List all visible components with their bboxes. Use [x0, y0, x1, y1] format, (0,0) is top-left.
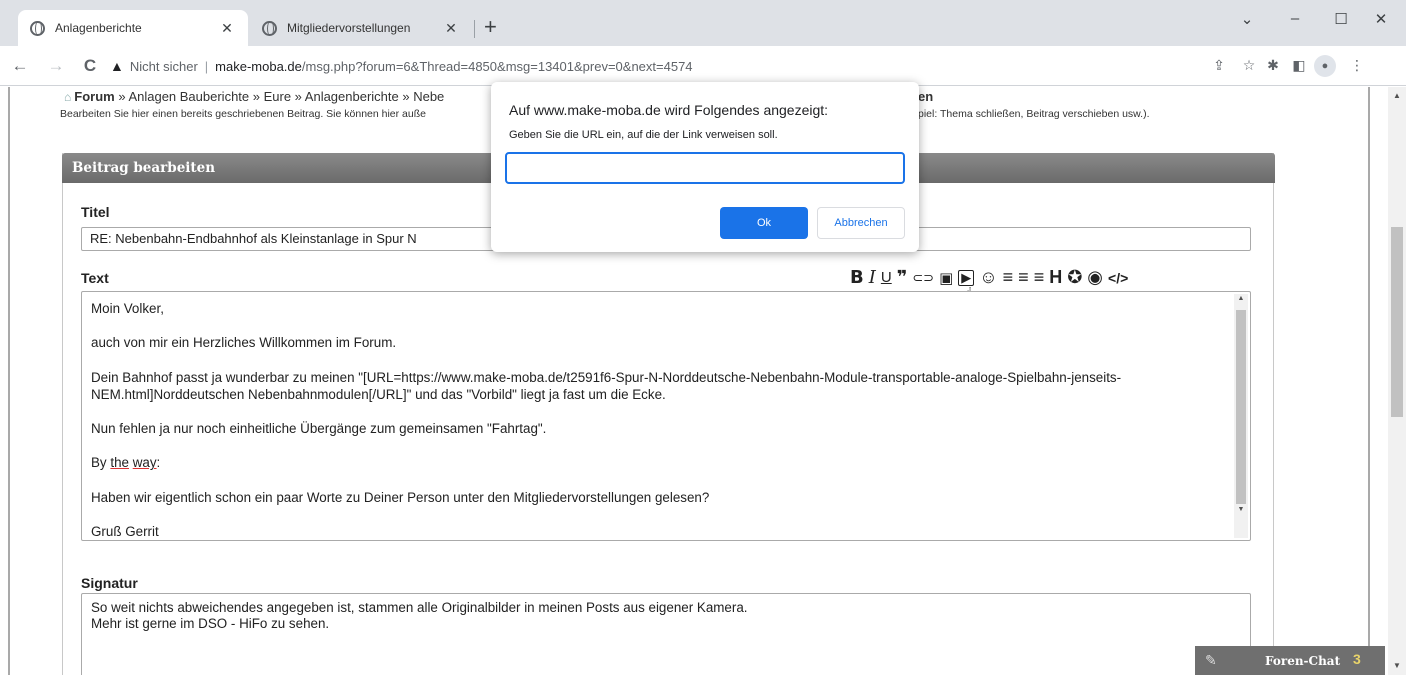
globe-icon — [262, 20, 277, 36]
cancel-button[interactable]: Abbrechen — [817, 207, 905, 239]
browser-toolbar: ← → C ▲ Nicht sicher | make-moba.de /msg… — [0, 46, 1406, 86]
url-input[interactable] — [505, 152, 905, 184]
tab-separator — [474, 20, 475, 38]
scroll-thumb[interactable] — [1236, 310, 1246, 504]
scroll-up-arrow[interactable]: ▲ — [1234, 295, 1248, 302]
align-right-button[interactable]: ≡ — [1034, 267, 1045, 288]
minimize-button[interactable]: – — [1280, 10, 1310, 27]
text-by: By — [91, 455, 111, 471]
bold-button[interactable]: B — [850, 267, 864, 288]
post-text-area[interactable]: Moin Volker, auch von mir ein Herzliches… — [81, 291, 1251, 541]
address-bar[interactable]: ▲ Nicht sicher | make-moba.de /msg.php?f… — [110, 52, 1200, 80]
smiley-button[interactable]: ☺ — [979, 267, 997, 288]
breadcrumb: ⌂ Forum » Anlagen Bauberichte » Eure » An… — [64, 89, 444, 104]
signature-line: Mehr ist gerne im DSO - HiFo zu sehen. — [91, 616, 330, 631]
page-scroll-down-arrow[interactable]: ▼ — [1388, 661, 1406, 670]
extensions-icon[interactable]: ✱ — [1262, 57, 1284, 74]
align-center-button[interactable]: ≡ — [1018, 267, 1029, 288]
close-window-button[interactable]: ✕ — [1366, 10, 1396, 28]
tab-strip: Anlagenberichte ✕ Mitgliedervorstellunge… — [0, 0, 1406, 46]
share-icon[interactable]: ⇪ — [1208, 57, 1230, 74]
globe-icon — [30, 20, 45, 36]
text-line: auch von mir ein Herzliches Willkommen i… — [91, 335, 397, 351]
chat-user-count: 3 — [1353, 651, 1361, 667]
editor-toolbar: B I U ❞ ⊂⊃ ▣ ▶ ☺ ≡ ≡ ≡ H ✪ ◉ </> — [850, 267, 1133, 288]
text-line: By the way: — [91, 454, 1221, 471]
text-line: NEM.html]Norddeutschen Nebenbahnmodulen[… — [91, 386, 666, 402]
url-prompt-dialog: Auf www.make-moba.de wird Folgendes ange… — [491, 82, 919, 252]
page-description: Bearbeiten Sie hier einen bereits geschr… — [60, 108, 426, 120]
link-button[interactable]: ⊂⊃ — [912, 270, 934, 286]
breadcrumb-forum-link[interactable]: Forum — [74, 89, 114, 104]
text-line: Moin Volker, — [91, 301, 164, 316]
forward-button[interactable]: → — [44, 56, 68, 76]
page-description-tail: piel: Thema schließen, Beitrag verschieb… — [918, 108, 1150, 120]
code-button[interactable]: </> — [1108, 270, 1128, 286]
maximize-button[interactable]: ☐ — [1326, 10, 1356, 28]
text-line: Dein Bahnhof passt ja wunderbar zu meine… — [91, 369, 1122, 385]
text-line: Nun fehlen ja nur noch einheitliche Über… — [91, 421, 547, 437]
side-panel-icon[interactable]: ◧ — [1288, 57, 1310, 74]
text-label: Text — [81, 270, 109, 286]
chat-plug-icon: ✎ — [1205, 652, 1217, 668]
warning-icon: ▲ — [110, 58, 124, 74]
underline-button[interactable]: U — [881, 269, 892, 286]
signature-text-area[interactable]: So weit nichts abweichendes angegeben is… — [81, 593, 1251, 675]
text-colon: : — [156, 455, 161, 471]
image-button[interactable]: ▣ — [939, 269, 953, 287]
signature-line: So weit nichts abweichendes angegeben is… — [91, 600, 748, 615]
chat-label: Foren-Chat — [1265, 654, 1341, 668]
tab-title: Anlagenberichte — [55, 21, 142, 35]
page-scroll-thumb[interactable] — [1391, 227, 1403, 417]
close-tab-icon[interactable]: ✕ — [442, 20, 460, 37]
misspelled-word: way — [132, 455, 157, 471]
heading-button[interactable]: H — [1049, 267, 1062, 288]
security-indicator[interactable]: Nicht sicher — [130, 59, 198, 74]
align-left-button[interactable]: ≡ — [1003, 267, 1014, 288]
breadcrumb-tail: en — [918, 89, 934, 104]
post-text-content: Moin Volker, auch von mir ein Herzliches… — [91, 300, 1221, 540]
preview-button[interactable]: ◉ — [1087, 267, 1103, 288]
new-tab-button[interactable]: + — [484, 16, 497, 38]
bookmark-star-icon[interactable]: ☆ — [1238, 57, 1260, 74]
forum-icon: ⌂ — [64, 90, 72, 104]
text-line: Haben wir eigentlich schon ein paar Wort… — [91, 489, 710, 505]
italic-button[interactable]: I — [869, 267, 876, 288]
url-host: make-moba.de — [215, 58, 302, 74]
close-tab-icon[interactable]: ✕ — [218, 20, 236, 37]
url-divider: | — [204, 58, 209, 74]
profile-avatar[interactable]: ● — [1314, 55, 1336, 77]
page-border-left — [8, 87, 10, 675]
tab-mitgliedervorstellungen[interactable]: Mitgliedervorstellungen ✕ — [250, 10, 472, 46]
color-palette-button[interactable]: ✪ — [1067, 267, 1082, 288]
forum-chat-bar[interactable]: ✎ Foren-Chat 3 — [1195, 646, 1385, 675]
tab-anlagenberichte[interactable]: Anlagenberichte ✕ — [18, 10, 248, 46]
menu-icon[interactable]: ⋮ — [1346, 57, 1368, 74]
page-border-right — [1368, 87, 1370, 675]
url-path: /msg.php?forum=6&Thread=4850&msg=13401&p… — [301, 58, 693, 74]
page-scroll-up-arrow[interactable]: ▲ — [1388, 91, 1406, 100]
misspelled-word: the — [110, 455, 129, 471]
dialog-title: Auf www.make-moba.de wird Folgendes ange… — [509, 102, 829, 118]
text-line: Gruß Gerrit — [91, 524, 159, 540]
back-button[interactable]: ← — [8, 56, 32, 76]
signature-label: Signatur — [81, 575, 138, 591]
reload-button[interactable]: C — [78, 56, 102, 76]
page-scrollbar[interactable]: ▲ ▼ — [1388, 87, 1406, 675]
text-area-scrollbar[interactable]: ▲ ▼ — [1234, 294, 1248, 538]
breadcrumb-path[interactable]: » Anlagen Bauberichte » Eure » Anlagenbe… — [115, 89, 444, 104]
scroll-down-arrow[interactable]: ▼ — [1234, 506, 1248, 513]
title-label: Titel — [81, 204, 110, 220]
dialog-message: Geben Sie die URL ein, auf die der Link … — [509, 129, 778, 141]
tab-search-icon[interactable]: ⌄ — [1232, 10, 1262, 28]
ok-button[interactable]: Ok — [720, 207, 808, 239]
quote-button[interactable]: ❞ — [897, 267, 908, 288]
tab-title: Mitgliedervorstellungen — [287, 21, 411, 35]
